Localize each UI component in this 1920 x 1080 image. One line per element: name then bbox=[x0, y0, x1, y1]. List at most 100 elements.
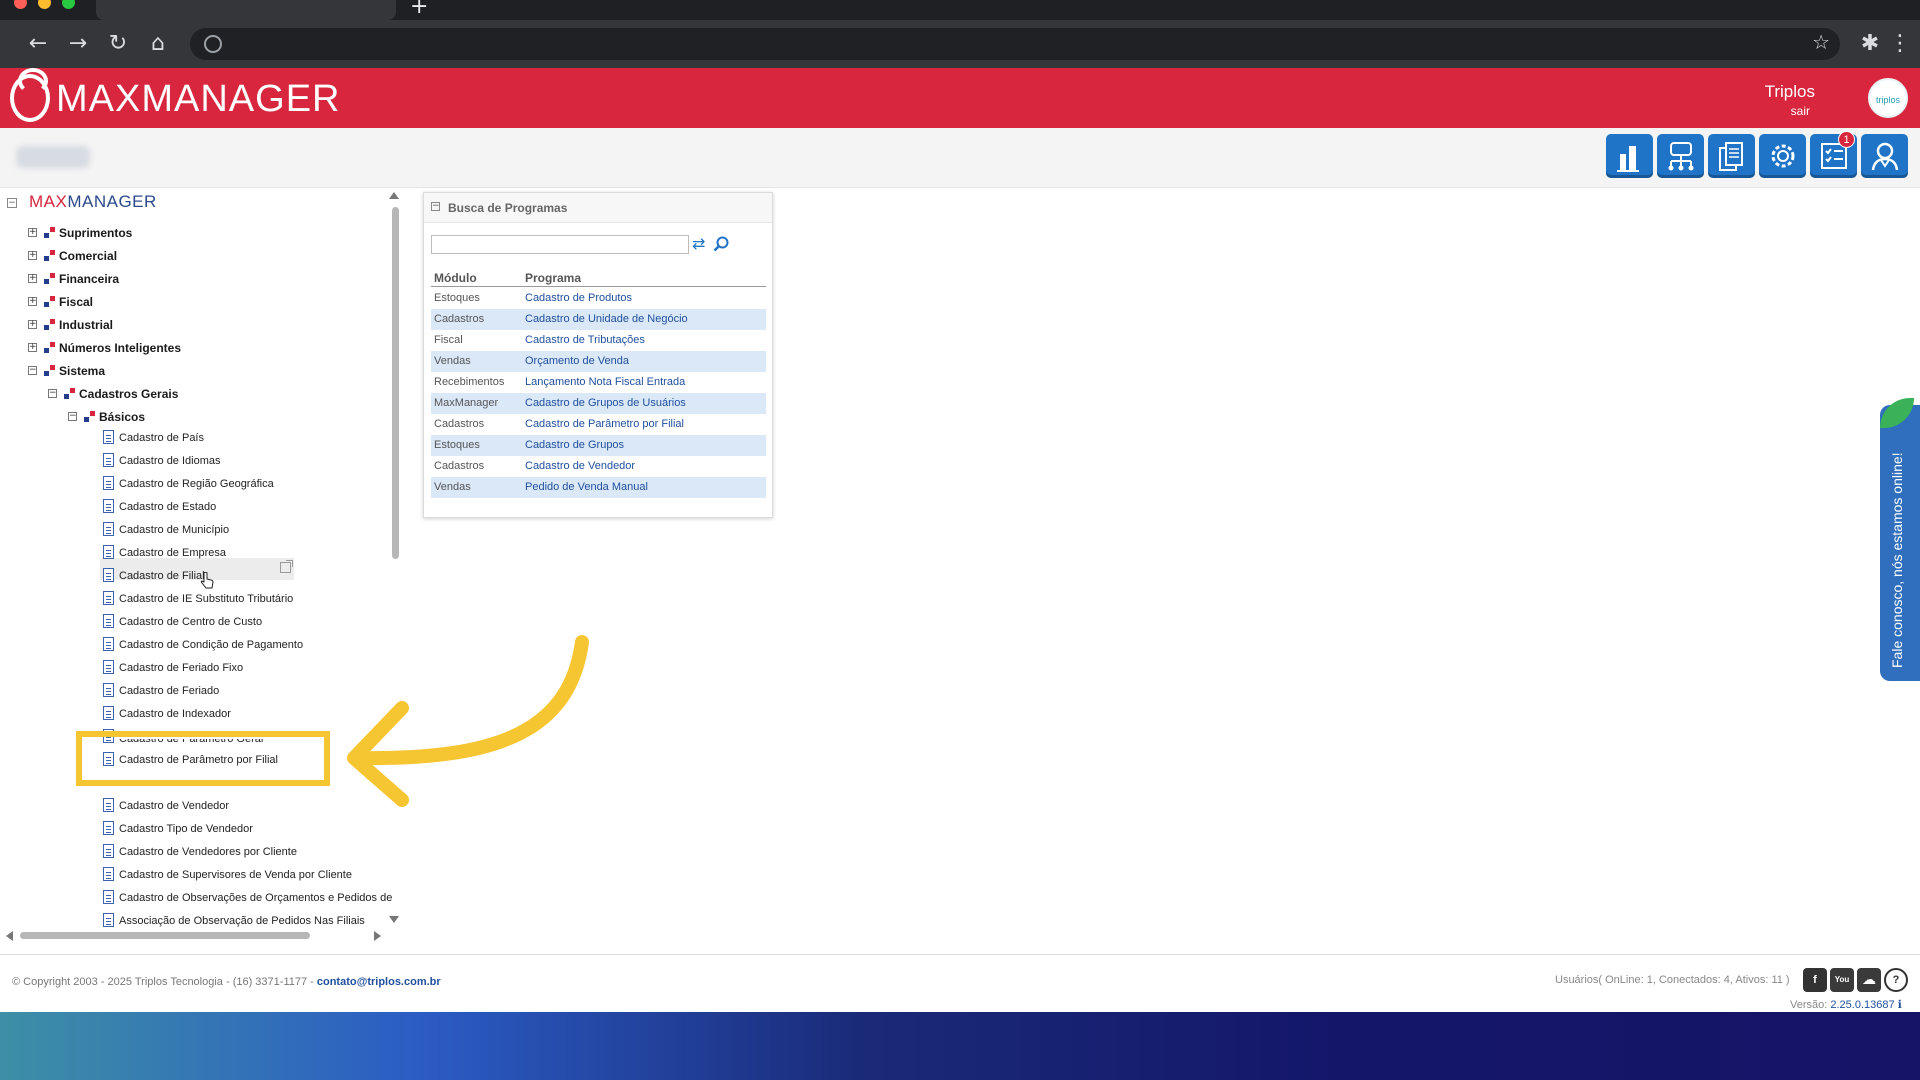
sidebar-item-module[interactable]: Sistema bbox=[59, 364, 105, 378]
tree-program-item[interactable]: Cadastro de IE Substituto Tributário bbox=[119, 593, 293, 605]
tree-program-item[interactable]: Cadastro de Condição de Pagamento bbox=[119, 639, 303, 651]
forward-icon[interactable]: → bbox=[62, 28, 94, 60]
horizontal-scrollbar-thumb[interactable] bbox=[20, 932, 310, 939]
vertical-scrollbar-thumb[interactable] bbox=[392, 207, 399, 559]
maximize-window-icon[interactable] bbox=[62, 0, 75, 9]
panel-collapse-toggle[interactable]: − bbox=[431, 202, 440, 211]
tree-program-item[interactable]: Cadastro de Empresa bbox=[119, 547, 226, 559]
program-search-input[interactable] bbox=[431, 235, 689, 254]
tree-program-item[interactable]: Cadastro de Feriado Fixo bbox=[119, 662, 243, 674]
tree-program-item[interactable]: Cadastro de Município bbox=[119, 524, 229, 536]
tree-program-item[interactable]: Cadastro de Vendedor bbox=[119, 800, 229, 812]
reports-button[interactable] bbox=[1606, 134, 1653, 178]
group-toggle[interactable]: − bbox=[68, 412, 77, 421]
help-icon[interactable]: ? bbox=[1884, 968, 1908, 992]
youtube-icon[interactable]: You bbox=[1830, 968, 1854, 992]
scroll-up-arrow[interactable] bbox=[389, 192, 399, 199]
user-support-button[interactable] bbox=[1861, 134, 1908, 178]
tree-program-item[interactable]: Cadastro de Feriado bbox=[119, 685, 219, 697]
scroll-left-arrow[interactable] bbox=[6, 931, 13, 941]
row-program-link[interactable]: Cadastro de Tributações bbox=[525, 334, 645, 346]
tree-program-item[interactable]: Cadastro de Centro de Custo bbox=[119, 616, 262, 628]
open-external-icon[interactable] bbox=[280, 560, 293, 573]
contact-email-link[interactable]: contato@triplos.com.br bbox=[317, 976, 441, 988]
module-toggle[interactable]: + bbox=[28, 274, 37, 283]
group-toggle[interactable]: − bbox=[48, 389, 57, 398]
reload-icon[interactable]: ↻ bbox=[102, 28, 134, 60]
sidebar-item-module[interactable]: Industrial bbox=[59, 318, 113, 332]
sidebar-item-module[interactable]: Números Inteligentes bbox=[59, 341, 181, 355]
tree-program-item[interactable]: Cadastro de Indexador bbox=[119, 708, 231, 720]
avatar[interactable]: triplos bbox=[1868, 78, 1908, 118]
close-window-icon[interactable] bbox=[14, 0, 27, 9]
row-program-link[interactable]: Cadastro de Unidade de Negócio bbox=[525, 313, 688, 325]
facebook-icon[interactable]: f bbox=[1803, 968, 1827, 992]
settings-button[interactable] bbox=[1759, 134, 1806, 178]
row-program-link[interactable]: Cadastro de Produtos bbox=[525, 292, 632, 304]
back-icon[interactable]: ← bbox=[22, 28, 54, 60]
tree-program-item[interactable]: Cadastro Tipo de Vendedor bbox=[119, 823, 253, 835]
table-row[interactable]: MaxManager Cadastro de Grupos de Usuários bbox=[431, 393, 766, 414]
sidebar-item-module[interactable]: Suprimentos bbox=[59, 226, 132, 240]
table-row[interactable]: Cadastros Cadastro de Vendedor bbox=[431, 456, 766, 477]
tree-root-label[interactable]: MAXMANAGER bbox=[29, 192, 157, 212]
table-row[interactable]: Vendas Orçamento de Venda bbox=[431, 351, 766, 372]
search-icon[interactable] bbox=[713, 236, 729, 252]
module-toggle[interactable]: − bbox=[28, 366, 37, 375]
tree-program-item[interactable]: Associação de Observação de Pedidos Nas … bbox=[119, 915, 365, 927]
chat-tab-label[interactable]: Fale conosco, nós estamos online! bbox=[1889, 408, 1905, 668]
address-bar[interactable]: ☆ bbox=[190, 28, 1840, 60]
module-toggle[interactable]: + bbox=[28, 251, 37, 260]
refresh-icon[interactable]: ⇄ bbox=[692, 235, 708, 253]
info-icon[interactable]: ℹ bbox=[1898, 999, 1902, 1011]
tree-group-label[interactable]: Básicos bbox=[99, 410, 145, 424]
scroll-right-arrow[interactable] bbox=[374, 931, 381, 941]
program-file-icon bbox=[103, 821, 114, 835]
table-row[interactable]: Fiscal Cadastro de Tributações bbox=[431, 330, 766, 351]
tree-program-item[interactable]: Cadastro de Vendedores por Cliente bbox=[119, 846, 297, 858]
row-program-link[interactable]: Lançamento Nota Fiscal Entrada bbox=[525, 376, 685, 388]
row-program-link[interactable]: Cadastro de Parâmetro por Filial bbox=[525, 418, 684, 430]
table-row[interactable]: Vendas Pedido de Venda Manual bbox=[431, 477, 766, 498]
tree-program-item[interactable]: Cadastro de Observações de Orçamentos e … bbox=[119, 892, 392, 904]
extensions-icon[interactable]: ✱ bbox=[1854, 28, 1886, 60]
sidebar-item-module[interactable]: Fiscal bbox=[59, 295, 93, 309]
table-row[interactable]: Estoques Cadastro de Grupos bbox=[431, 435, 766, 456]
sidebar-item-module[interactable]: Financeira bbox=[59, 272, 119, 286]
module-toggle[interactable]: + bbox=[28, 320, 37, 329]
logout-link[interactable]: sair bbox=[1791, 104, 1810, 118]
scroll-down-arrow[interactable] bbox=[389, 916, 399, 923]
tree-program-item[interactable]: Cadastro de Filial bbox=[119, 570, 205, 582]
home-icon[interactable]: ⌂ bbox=[142, 28, 174, 60]
tree-program-item[interactable]: Cadastro de Supervisores de Venda por Cl… bbox=[119, 869, 352, 881]
program-file-icon bbox=[103, 568, 114, 582]
table-row[interactable]: Cadastros Cadastro de Unidade de Negócio bbox=[431, 309, 766, 330]
tree-program-item[interactable]: Cadastro de Estado bbox=[119, 501, 216, 513]
tree-root-toggle[interactable]: − bbox=[7, 198, 17, 208]
cloud-icon[interactable]: ☁ bbox=[1857, 968, 1881, 992]
new-tab-icon[interactable]: + bbox=[410, 0, 428, 19]
tree-group-label[interactable]: Cadastros Gerais bbox=[79, 387, 178, 401]
browser-tab[interactable] bbox=[96, 0, 396, 20]
row-program-link[interactable]: Pedido de Venda Manual bbox=[525, 481, 648, 493]
module-toggle[interactable]: + bbox=[28, 343, 37, 352]
row-program-link[interactable]: Cadastro de Grupos bbox=[525, 439, 624, 451]
module-toggle[interactable]: + bbox=[28, 228, 37, 237]
row-program-link[interactable]: Cadastro de Vendedor bbox=[525, 460, 635, 472]
network-button[interactable] bbox=[1657, 134, 1704, 178]
site-info-icon[interactable] bbox=[204, 35, 222, 53]
table-row[interactable]: Estoques Cadastro de Produtos bbox=[431, 288, 766, 309]
sidebar-item-module[interactable]: Comercial bbox=[59, 249, 117, 263]
table-row[interactable]: Recebimentos Lançamento Nota Fiscal Entra… bbox=[431, 372, 766, 393]
row-program-link[interactable]: Orçamento de Venda bbox=[525, 355, 629, 367]
documents-button[interactable] bbox=[1708, 134, 1755, 178]
tree-program-item[interactable]: Cadastro de País bbox=[119, 432, 204, 444]
module-toggle[interactable]: + bbox=[28, 297, 37, 306]
minimize-window-icon[interactable] bbox=[38, 0, 51, 9]
row-program-link[interactable]: Cadastro de Grupos de Usuários bbox=[525, 397, 686, 409]
tree-program-item[interactable]: Cadastro de Região Geográfica bbox=[119, 478, 274, 490]
browser-menu-icon[interactable]: ⋮ bbox=[1884, 28, 1916, 60]
table-row[interactable]: Cadastros Cadastro de Parâmetro por Filia… bbox=[431, 414, 766, 435]
tree-program-item[interactable]: Cadastro de Idiomas bbox=[119, 455, 221, 467]
bookmark-star-icon[interactable]: ☆ bbox=[1812, 30, 1830, 54]
